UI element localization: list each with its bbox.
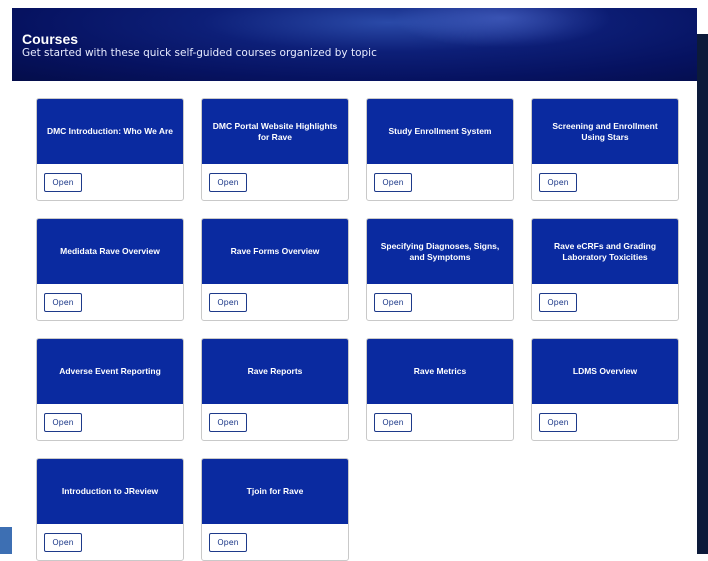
course-title: Study Enrollment System (388, 126, 492, 136)
course-grid: DMC Introduction: Who We Are Open DMC Po… (12, 81, 697, 561)
page-title: Courses (22, 31, 79, 47)
course-title: LDMS Overview (572, 366, 638, 376)
course-card: Tjoin for Rave Open (201, 458, 349, 561)
open-course-button[interactable]: Open (44, 173, 82, 192)
course-title: Specifying Diagnoses, Signs, and Symptom… (380, 240, 500, 262)
course-banner: Specifying Diagnoses, Signs, and Symptom… (367, 219, 513, 284)
open-course-button[interactable]: Open (374, 293, 412, 312)
course-title: Introduction to JReview (61, 486, 159, 496)
course-title: Tjoin for Rave (246, 486, 304, 496)
course-title: Rave Reports (247, 366, 303, 376)
course-card: Rave Reports Open (201, 338, 349, 441)
courses-header: Courses Get started with these quick sel… (12, 8, 697, 81)
course-card: Rave eCRFs and Grading Laboratory Toxici… (531, 218, 679, 321)
course-card: DMC Portal Website Highlights for Rave O… (201, 98, 349, 201)
course-title: Adverse Event Reporting (59, 366, 161, 376)
course-card: LDMS Overview Open (531, 338, 679, 441)
course-banner: Introduction to JReview (37, 459, 183, 524)
open-course-button[interactable]: Open (44, 293, 82, 312)
open-course-button[interactable]: Open (209, 173, 247, 192)
course-card: Study Enrollment System Open (366, 98, 514, 201)
course-banner: Tjoin for Rave (202, 459, 348, 524)
open-course-button[interactable]: Open (539, 293, 577, 312)
course-banner: Rave Forms Overview (202, 219, 348, 284)
open-course-button[interactable]: Open (374, 413, 412, 432)
course-card: Screening and Enrollment Using Stars Ope… (531, 98, 679, 201)
course-card: Rave Metrics Open (366, 338, 514, 441)
course-banner: Screening and Enrollment Using Stars (532, 99, 678, 164)
course-title: Screening and Enrollment Using Stars (552, 120, 658, 142)
header-glow (392, 8, 612, 48)
course-card: DMC Introduction: Who We Are Open (36, 98, 184, 201)
course-title: Rave Metrics (413, 366, 467, 376)
course-banner: Adverse Event Reporting (37, 339, 183, 404)
course-banner: DMC Portal Website Highlights for Rave (202, 99, 348, 164)
course-title: Rave Forms Overview (230, 246, 320, 256)
right-side-panel (697, 34, 708, 554)
course-title: Medidata Rave Overview (60, 246, 160, 256)
course-card: Medidata Rave Overview Open (36, 218, 184, 321)
open-course-button[interactable]: Open (374, 173, 412, 192)
course-banner: DMC Introduction: Who We Are (37, 99, 183, 164)
open-course-button[interactable]: Open (44, 413, 82, 432)
course-title: Rave eCRFs and Grading Laboratory Toxici… (553, 240, 657, 262)
course-card: Adverse Event Reporting Open (36, 338, 184, 441)
open-course-button[interactable]: Open (539, 413, 577, 432)
course-card: Rave Forms Overview Open (201, 218, 349, 321)
course-banner: Rave eCRFs and Grading Laboratory Toxici… (532, 219, 678, 284)
open-course-button[interactable]: Open (209, 293, 247, 312)
page-left-margin (0, 0, 12, 554)
course-card: Introduction to JReview Open (36, 458, 184, 561)
open-course-button[interactable]: Open (44, 533, 82, 552)
course-banner: Rave Metrics (367, 339, 513, 404)
open-course-button[interactable]: Open (209, 413, 247, 432)
course-card: Specifying Diagnoses, Signs, and Symptom… (366, 218, 514, 321)
course-banner: Rave Reports (202, 339, 348, 404)
course-title: DMC Introduction: Who We Are (46, 126, 174, 136)
page-subtitle: Get started with these quick self-guided… (22, 47, 377, 59)
course-banner: Study Enrollment System (367, 99, 513, 164)
course-title: DMC Portal Website Highlights for Rave (212, 120, 338, 142)
left-accent-tab (0, 527, 12, 554)
course-banner: Medidata Rave Overview (37, 219, 183, 284)
course-banner: LDMS Overview (532, 339, 678, 404)
open-course-button[interactable]: Open (209, 533, 247, 552)
open-course-button[interactable]: Open (539, 173, 577, 192)
